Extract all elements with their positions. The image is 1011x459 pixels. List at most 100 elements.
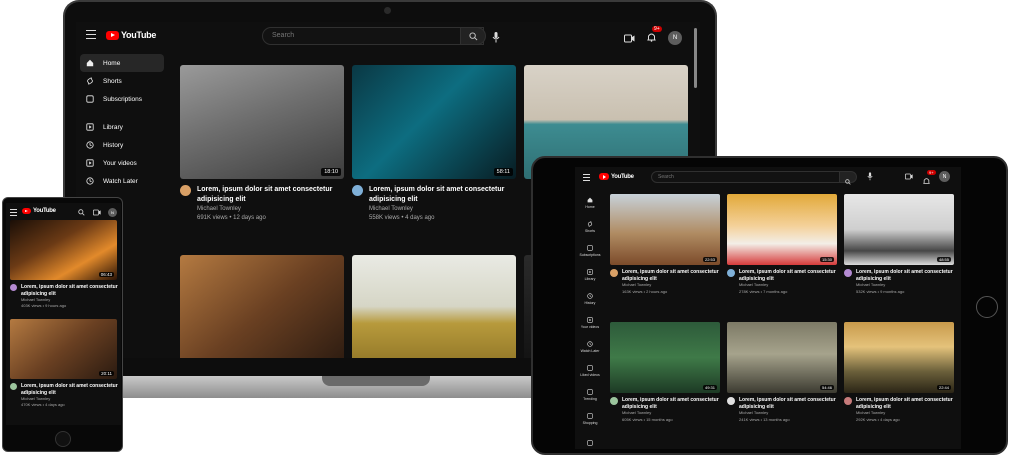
video-card[interactable]: 22:53 Lorem, ipsum dolor sit amet consect… [610,194,720,295]
sidebar-item-subscriptions[interactable]: Subscriptions [575,239,605,263]
video-thumbnail[interactable]: 58:11 [352,65,516,179]
video-title[interactable]: Lorem, ipsum dolor sit amet consectetur … [21,284,121,297]
video-title[interactable]: Lorem, ipsum dolor sit amet consectetur … [739,269,837,282]
search-input[interactable]: Search [651,171,841,183]
sidebar-item-library[interactable]: Library [80,118,164,136]
video-title[interactable]: Lorem, ipsum dolor sit amet consectetur … [856,269,954,282]
scrollbar[interactable] [694,28,697,88]
video-title[interactable]: Lorem, ipsum dolor sit amet consectetur … [197,185,344,205]
channel-avatar[interactable] [844,269,852,277]
video-title[interactable]: Lorem, ipsum dolor sit amet consectetur … [622,269,720,282]
menu-icon[interactable] [86,30,96,42]
video-card[interactable]: 48:55 Lorem, ipsum dolor sit amet consect… [844,194,954,295]
video-thumbnail[interactable]: 20:11 [10,319,117,379]
watch-later-icon [86,177,94,185]
video-thumbnail[interactable] [352,255,516,358]
video-card[interactable]: 58:11 Lorem, ipsum dolor sit amet consect… [352,65,516,223]
laptop-topbar: YouTube Search 9+ N [76,22,700,52]
sidebar-item-watch-later[interactable]: Watch Later [575,335,605,359]
sidebar-item-shopping[interactable]: Shopping [575,407,605,431]
sidebar-item-liked-videos[interactable]: Liked videos [575,359,605,383]
sidebar-item-label: Home [103,59,121,67]
search-icon[interactable] [78,209,85,216]
video-card[interactable]: 15:30 Lorem, ipsum dolor sit amet consect… [727,194,837,295]
notifications-button[interactable]: 9+ [647,26,662,47]
video-duration: 22:44 [936,385,951,390]
sidebar-item-shorts[interactable]: Shorts [80,72,164,90]
sidebar-item-your-videos[interactable]: Your videos [80,154,164,172]
channel-avatar[interactable] [610,397,618,405]
channel-avatar[interactable] [727,397,735,405]
video-title[interactable]: Lorem, ipsum dolor sit amet consectetur … [622,397,720,410]
video-card[interactable] [352,255,516,358]
sidebar-item-home[interactable]: Home [575,191,605,215]
channel-name[interactable]: Michael Townley [369,205,516,214]
youtube-logo[interactable]: YouTube [106,30,156,40]
video-card[interactable]: 22:44 Lorem, ipsum dolor sit amet consect… [844,322,954,423]
channel-avatar[interactable] [610,269,618,277]
video-card[interactable]: 06:43 Lorem, ipsum dolor sit amet consect… [6,220,121,309]
channel-avatar[interactable] [844,397,852,405]
video-stats: 605K views • 15 months ago [622,416,673,422]
video-title[interactable]: Lorem, ipsum dolor sit amet consectetur … [369,185,516,205]
video-title[interactable]: Lorem, ipsum dolor sit amet consectetur … [739,397,837,410]
sidebar-item-home[interactable]: Home [80,54,164,72]
channel-avatar[interactable] [352,185,363,196]
avatar[interactable]: N [939,171,950,182]
video-thumbnail[interactable]: 22:44 [844,322,954,393]
search-button[interactable] [839,171,857,185]
sidebar-item-library[interactable]: Library [575,263,605,287]
menu-icon[interactable] [583,174,590,184]
video-thumbnail[interactable]: 48:55 [844,194,954,265]
sidebar-item-label: Shorts [584,229,596,233]
create-video-icon[interactable] [93,209,101,216]
sidebar-item-music[interactable] [575,431,605,449]
sidebar-item-shorts[interactable]: Shorts [575,215,605,239]
watch-later-icon [587,341,593,347]
video-thumbnail[interactable]: 15:30 [727,194,837,265]
menu-icon[interactable] [10,209,17,219]
channel-avatar[interactable] [10,284,17,291]
create-video-icon[interactable] [905,173,913,180]
sidebar-separator [80,108,164,118]
sidebar-item-history[interactable]: History [575,287,605,311]
video-thumbnail[interactable]: 18:10 [180,65,344,179]
video-thumbnail[interactable] [180,255,344,358]
microphone-icon[interactable] [492,30,500,48]
create-video-icon[interactable] [624,34,635,43]
sidebar-item-label: Your videos [103,159,137,167]
sidebar-item-trending[interactable]: Trending [575,383,605,407]
laptop-camera [384,7,391,14]
video-title[interactable]: Lorem, ipsum dolor sit amet consectetur … [21,383,121,396]
notifications-button[interactable]: 9+ [923,170,936,190]
video-thumbnail[interactable]: 22:53 [610,194,720,265]
channel-avatar[interactable] [10,383,17,390]
channel-avatar[interactable] [727,269,735,277]
youtube-logo[interactable]: YouTube [22,208,56,214]
bell-icon [923,178,930,184]
channel-avatar[interactable] [180,185,191,196]
video-thumbnail[interactable]: 49:31 [610,322,720,393]
sidebar-item-history[interactable]: History [80,136,164,154]
video-thumbnail[interactable]: 06:43 [10,220,117,280]
video-card[interactable]: 49:31 Lorem, ipsum dolor sit amet consect… [610,322,720,423]
channel-name[interactable]: Michael Townley [197,205,344,214]
video-card[interactable]: 20:11 Lorem, ipsum dolor sit amet consect… [6,319,121,408]
youtube-logo[interactable]: YouTube [599,173,634,180]
video-duration: 58:11 [493,168,513,176]
video-card[interactable]: 54:46 Lorem, ipsum dolor sit amet consect… [727,322,837,423]
sidebar-item-watch-later[interactable]: Watch Later [80,172,164,190]
search-input[interactable]: Search [262,27,484,45]
sidebar-item-subscriptions[interactable]: Subscriptions [80,90,164,108]
search-button[interactable] [460,27,486,45]
video-card[interactable] [180,255,344,358]
video-thumbnail[interactable]: 54:46 [727,322,837,393]
video-card[interactable]: 18:10 Lorem, ipsum dolor sit amet consect… [180,65,344,223]
video-title[interactable]: Lorem, ipsum dolor sit amet consectetur … [856,397,954,410]
shorts-icon [87,77,93,85]
avatar[interactable]: N [668,31,682,45]
avatar[interactable]: N [108,208,117,217]
microphone-icon[interactable] [867,172,873,181]
your-videos-icon [86,159,94,167]
sidebar-item-your-videos[interactable]: Your videos [575,311,605,335]
